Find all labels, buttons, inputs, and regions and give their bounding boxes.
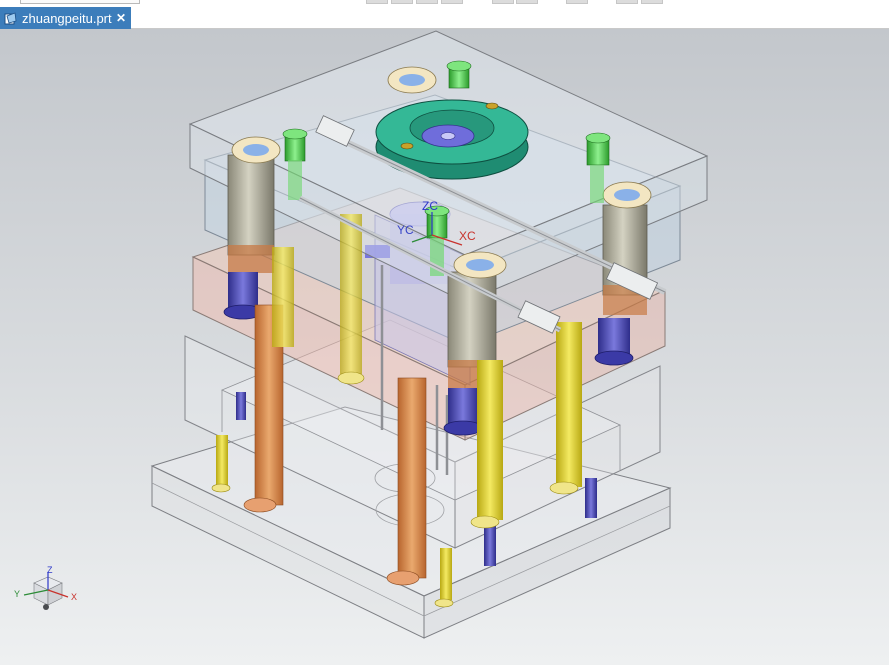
toolbar-button[interactable] xyxy=(566,0,588,4)
wcs-yc-label: YC xyxy=(397,223,414,237)
toolbar-button[interactable] xyxy=(641,0,663,4)
toolbar-button[interactable] xyxy=(492,0,514,4)
part-file-icon xyxy=(4,11,17,25)
toolbar-strip xyxy=(0,0,889,7)
triad-x-label: X xyxy=(71,592,77,602)
tab-label: zhuangpeitu.prt xyxy=(22,10,112,26)
orientation-triad-icon[interactable]: Z Y X xyxy=(14,565,77,610)
toolbar-button[interactable] xyxy=(366,0,388,4)
toolbar-button[interactable] xyxy=(616,0,638,4)
triad-y-label: Y xyxy=(14,589,20,599)
document-tab-bar: zhuangpeitu.prt ✕ xyxy=(0,7,889,29)
mold-assembly-model: ZC YC XC Z Y X xyxy=(14,30,709,639)
toolbar-button[interactable] xyxy=(416,0,438,4)
graphics-window[interactable]: ZC YC XC Z Y X xyxy=(0,29,889,665)
toolbar-button[interactable] xyxy=(516,0,538,4)
wcs-zc-label: ZC xyxy=(422,199,438,213)
selection-filter-field[interactable] xyxy=(20,0,140,4)
tab-zhuangpeitu-prt[interactable]: zhuangpeitu.prt ✕ xyxy=(0,7,131,29)
triad-z-label: Z xyxy=(47,565,53,575)
toolbar-button[interactable] xyxy=(441,0,463,4)
wcs-xc-label: XC xyxy=(459,229,476,243)
toolbar-button[interactable] xyxy=(391,0,413,4)
close-icon[interactable]: ✕ xyxy=(116,11,126,25)
